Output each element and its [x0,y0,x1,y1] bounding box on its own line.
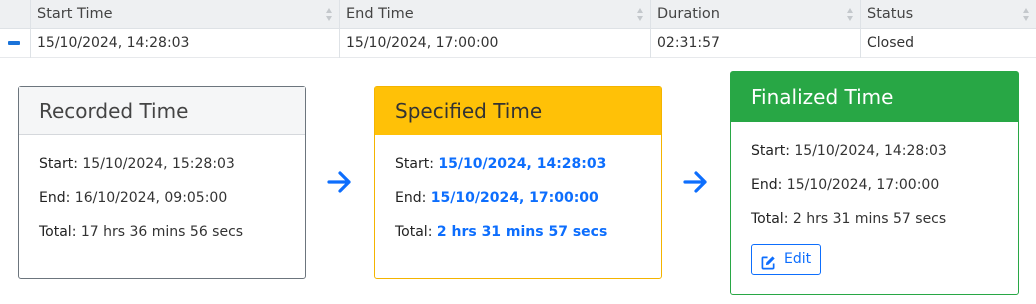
total-value: 17 hrs 36 mins 56 secs [80,224,244,240]
edit-button[interactable]: Edit [751,244,821,275]
cell-status: Closed [867,35,915,51]
card-title: Specified Time [375,87,661,135]
total-label: Total: [751,211,789,227]
cell-end-time: 15/10/2024, 17:00:00 [340,29,651,58]
header-label: Duration [657,6,720,22]
end-label: End: [751,177,783,193]
header-start-time[interactable]: Start Time [31,0,340,29]
total-value: 2 hrs 31 mins 57 secs [792,211,947,227]
card-body: Start: 15/10/2024, 14:28:03 End: 15/10/2… [375,135,661,255]
header-end-time[interactable]: End Time [340,0,651,29]
card-body: Start: 15/10/2024, 15:28:03 End: 16/10/2… [19,135,305,255]
header-label: Status [867,6,914,22]
start-value: 15/10/2024, 14:28:03 [794,143,947,159]
header-label: Start Time [37,6,113,22]
start-label: Start: [39,156,78,172]
card-title: Finalized Time [731,72,1018,122]
total-label: Total: [39,224,77,240]
arrow-right-icon [683,170,709,194]
start-value: 15/10/2024, 15:28:03 [82,156,235,172]
start-label: Start: [751,143,790,159]
sort-icon[interactable] [1023,8,1030,21]
finalized-time-card: Finalized Time Start: 15/10/2024, 14:28:… [730,71,1019,295]
table-header-row: Start Time End Time Duration Status [0,0,1036,29]
start-line: Start: 15/10/2024, 15:28:03 [39,153,285,187]
table-row[interactable]: 15/10/2024, 14:28:03 15/10/2024, 17:00:0… [0,29,1036,58]
arrow-right-icon [327,170,353,194]
sort-icon[interactable] [637,8,644,21]
recorded-time-card: Recorded Time Start: 15/10/2024, 15:28:0… [18,86,306,279]
cell-start-time: 15/10/2024, 14:28:03 [31,29,340,58]
end-value: 15/10/2024, 17:00:00 [430,190,599,206]
start-line: Start: 15/10/2024, 14:28:03 [751,140,998,174]
end-value: 16/10/2024, 09:05:00 [74,190,228,206]
start-line: Start: 15/10/2024, 14:28:03 [395,153,641,187]
header-status[interactable]: Status [861,0,1036,29]
end-label: End: [395,190,427,206]
end-value: 15/10/2024, 17:00:00 [786,177,940,193]
start-label: Start: [395,156,434,172]
edit-icon [761,252,776,270]
cell-duration: 02:31:57 [651,29,861,58]
total-line: Total: 2 hrs 31 mins 57 secs [395,221,641,255]
header-duration[interactable]: Duration [651,0,861,29]
end-line: End: 16/10/2024, 09:05:00 [39,187,285,221]
end-line: End: 15/10/2024, 17:00:00 [395,187,641,221]
start-value: 15/10/2024, 14:28:03 [438,156,607,172]
sort-icon[interactable] [326,8,333,21]
end-line: End: 15/10/2024, 17:00:00 [751,174,998,208]
row-toggle-cell[interactable] [0,29,31,58]
total-line: Total: 2 hrs 31 mins 57 secs [751,208,998,242]
header-expand-column [0,0,31,29]
card-title: Recorded Time [19,87,305,135]
total-line: Total: 17 hrs 36 mins 56 secs [39,221,285,255]
sort-icon[interactable] [847,8,854,21]
minus-icon[interactable] [8,41,20,45]
edit-label: Edit [784,251,812,267]
end-label: End: [39,190,71,206]
header-label: End Time [346,6,414,22]
specified-time-card: Specified Time Start: 15/10/2024, 14:28:… [374,86,662,279]
total-value: 2 hrs 31 mins 57 secs [436,224,608,240]
total-label: Total: [395,224,433,240]
card-body: Start: 15/10/2024, 14:28:03 End: 15/10/2… [731,122,1018,242]
